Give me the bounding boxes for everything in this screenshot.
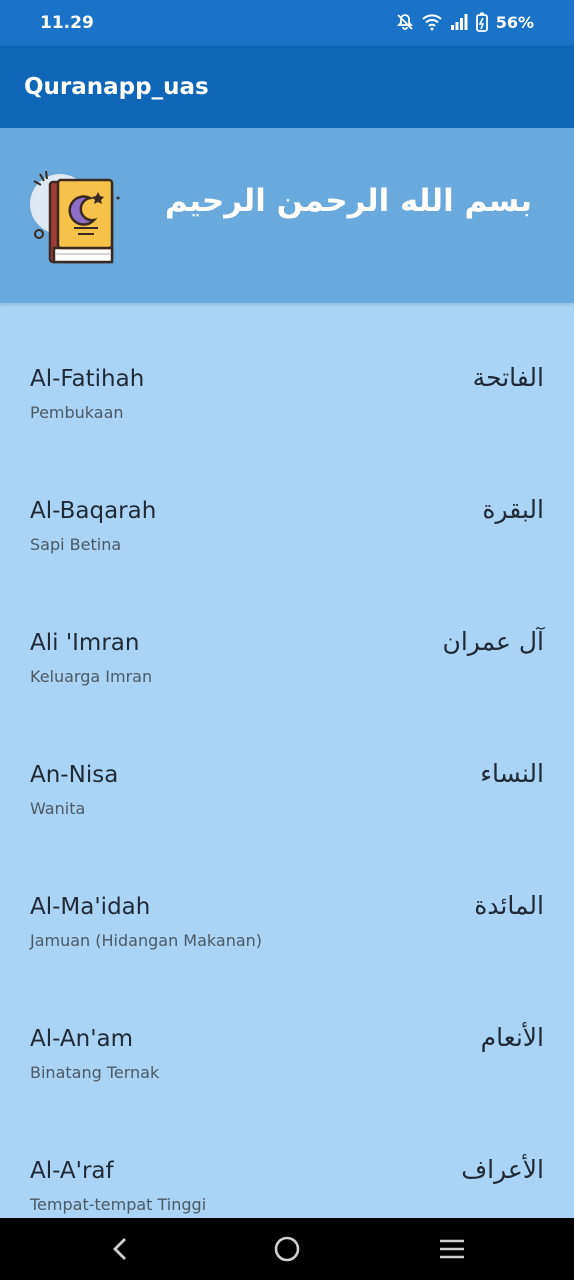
surah-latin-name: Al-A'raf	[30, 1158, 114, 1184]
surah-meaning: Tempat-tempat Tinggi	[30, 1195, 207, 1214]
system-nav-bar	[0, 1218, 574, 1280]
surah-arabic-name: النساء	[480, 759, 544, 788]
status-bar: 11.29 56%	[0, 0, 574, 46]
battery-icon	[475, 12, 488, 32]
signal-icon	[450, 13, 468, 31]
surah-arabic-name: الأنعام	[480, 1023, 544, 1052]
surah-latin-name: Ali 'Imran	[30, 630, 140, 656]
surah-meaning: Pembukaan	[30, 403, 124, 422]
surah-meaning: Sapi Betina	[30, 535, 122, 554]
surah-item-ali-imran[interactable]: Ali 'Imran Keluarga Imran آل عمران	[0, 567, 574, 699]
surah-meaning: Jamuan (Hidangan Makanan)	[30, 931, 263, 950]
surah-item-al-baqarah[interactable]: Al-Baqarah Sapi Betina البقرة	[0, 435, 574, 567]
surah-latin-name: Al-Baqarah	[30, 498, 157, 524]
surah-arabic-name: البقرة	[482, 495, 544, 524]
surah-arabic-name: آل عمران	[442, 627, 544, 656]
surah-arabic-name: الأعراف	[461, 1155, 544, 1184]
home-icon[interactable]	[272, 1234, 302, 1264]
app-title: Quranapp_uas	[24, 74, 209, 100]
surah-arabic-name: الفاتحة	[472, 363, 544, 392]
surah-meaning: Keluarga Imran	[30, 667, 153, 686]
mute-icon	[396, 13, 414, 31]
surah-latin-name: Al-Ma'idah	[30, 894, 151, 920]
surah-item-an-nisa[interactable]: An-Nisa Wanita النساء	[0, 699, 574, 831]
status-time: 11.29	[40, 13, 94, 33]
surah-meaning: Wanita	[30, 799, 86, 818]
quran-book-icon	[26, 168, 122, 268]
battery-percent: 56%	[495, 12, 534, 32]
basmala-text: بسم الله الرحمن الرحيم	[164, 183, 532, 219]
surah-item-al-araf[interactable]: Al-A'raf Tempat-tempat Tinggi الأعراف	[0, 1095, 574, 1218]
back-icon[interactable]	[106, 1234, 136, 1264]
app-bar: Quranapp_uas	[0, 46, 574, 128]
surah-item-al-anam[interactable]: Al-An'am Binatang Ternak الأنعام	[0, 963, 574, 1095]
status-icons: 56%	[396, 12, 534, 32]
surah-item-al-maidah[interactable]: Al-Ma'idah Jamuan (Hidangan Makanan) الم…	[0, 831, 574, 963]
surah-list[interactable]: Al-Fatihah Pembukaan الفاتحة Al-Baqarah …	[0, 303, 574, 1218]
surah-latin-name: Al-An'am	[30, 1026, 134, 1052]
surah-latin-name: Al-Fatihah	[30, 366, 145, 392]
surah-meaning: Binatang Ternak	[30, 1063, 160, 1082]
wifi-icon	[422, 13, 442, 31]
surah-arabic-name: المائدة	[474, 891, 544, 920]
surah-latin-name: An-Nisa	[30, 762, 119, 788]
basmala-banner: بسم الله الرحمن الرحيم	[0, 128, 574, 303]
surah-item-al-fatihah[interactable]: Al-Fatihah Pembukaan الفاتحة	[0, 303, 574, 435]
recents-icon[interactable]	[437, 1234, 467, 1264]
